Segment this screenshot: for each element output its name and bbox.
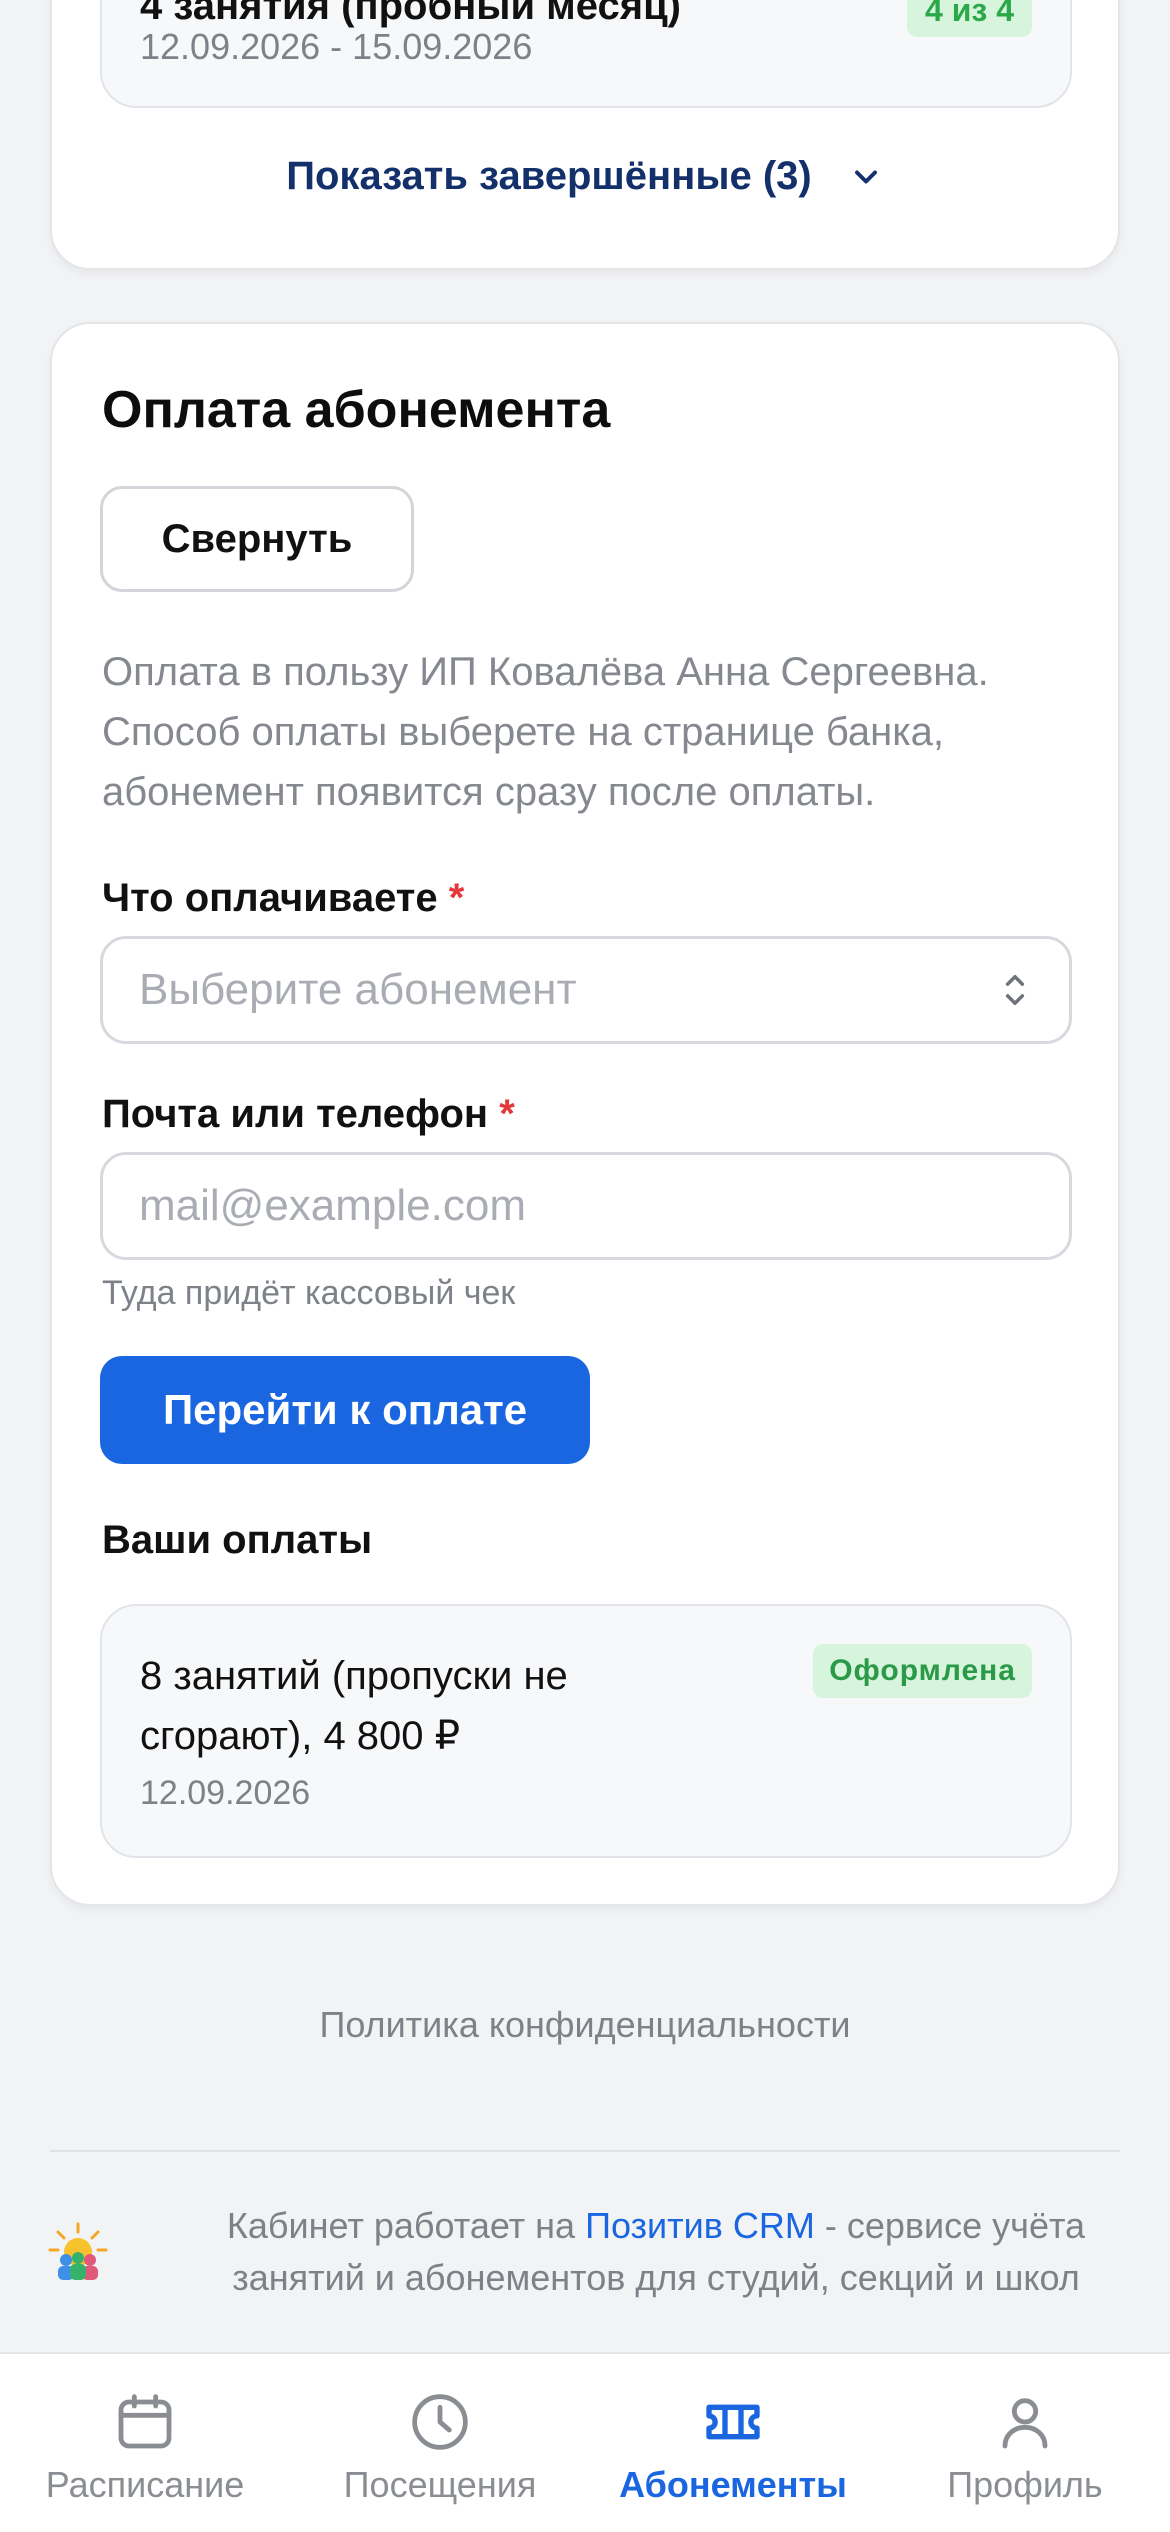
tab-visits[interactable]: Посещения — [330, 2354, 550, 2532]
footer-divider — [50, 2150, 1120, 2152]
collapse-button[interactable]: Свернуть — [100, 486, 414, 592]
contact-input[interactable] — [100, 1152, 1072, 1260]
subscription-select-placeholder: Выберите абонемент — [139, 965, 577, 1014]
subscription-item[interactable]: 4 занятия (пробный месяц) 12.09.2026 - 1… — [100, 0, 1072, 108]
payment-card-title: Оплата абонемента — [102, 381, 611, 439]
chevron-up-down-icon — [1005, 975, 1025, 1005]
subscription-select[interactable]: Выберите абонемент — [100, 936, 1072, 1044]
show-completed-button[interactable]: Показать завершённые (3) — [52, 154, 1118, 199]
tab-profile[interactable]: Профиль — [940, 2354, 1110, 2532]
privacy-policy-link[interactable]: Политика конфиденциальности — [0, 2004, 1170, 2046]
calendar-icon — [118, 2394, 172, 2449]
tab-schedule[interactable]: Расписание — [40, 2354, 250, 2532]
payment-status-badge: Оформлена — [813, 1644, 1032, 1698]
payment-description: Оплата в пользу ИП Ковалёва Анна Сергеев… — [102, 650, 989, 814]
powered-line-2: занятий и абонементов для студий, секций… — [232, 2257, 1080, 2298]
tab-subscriptions[interactable]: Абонементы — [618, 2354, 848, 2532]
powered-by-block: Кабинет работает на Позитив CRM - сервис… — [46, 2200, 1124, 2310]
subscription-dates: 12.09.2026 - 15.09.2026 — [140, 26, 533, 67]
contact-field-label-text: Почта или телефон — [102, 1092, 489, 1136]
payment-date: 12.09.2026 — [140, 1774, 311, 1812]
contact-hint: Туда придёт кассовый чек — [102, 1274, 516, 1312]
required-mark: * — [499, 1092, 515, 1136]
subscription-title: 4 занятия (пробный месяц) — [140, 0, 681, 28]
bottom-tab-bar: Расписание Посещения Абонементы Профиль — [0, 2352, 1170, 2532]
powered-line-1: Кабинет работает на Позитив CRM - сервис… — [176, 2200, 1136, 2252]
contact-field-label: Почта или телефон * — [102, 1092, 515, 1137]
tab-visits-label: Посещения — [343, 2464, 537, 2505]
payments-section-title: Ваши оплаты — [102, 1518, 373, 1562]
go-to-payment-button[interactable]: Перейти к оплате — [100, 1356, 590, 1464]
show-completed-label: Показать завершённые (3) — [286, 154, 812, 198]
clock-icon — [412, 2394, 468, 2450]
required-mark: * — [448, 876, 465, 920]
tab-profile-label: Профиль — [947, 2464, 1103, 2505]
chevron-down-icon — [854, 170, 877, 183]
payment-list-item[interactable]: 8 занятий (пропуски не сгорают), 4 800 ₽… — [100, 1604, 1072, 1858]
tab-subscriptions-label: Абонементы — [619, 2464, 847, 2505]
ticket-icon — [706, 2404, 760, 2440]
payment-card: Оплата абонемента Свернуть Оплата в поль… — [50, 322, 1120, 1906]
tab-schedule-label: Расписание — [45, 2464, 245, 2505]
payment-description: 8 занятий (пропуски не сгорают), 4 800 ₽ — [140, 1654, 568, 1758]
subscription-count-badge: 4 из 4 — [907, 0, 1032, 37]
powered-prefix: Кабинет работает на — [226, 2205, 586, 2246]
crm-link[interactable]: Позитив CRM — [585, 2205, 815, 2246]
powered-suffix: - сервисе учёта — [814, 2205, 1086, 2246]
subscriptions-card: 4 занятия (пробный месяц) 12.09.2026 - 1… — [50, 0, 1120, 270]
user-icon — [1002, 2398, 1048, 2449]
subscription-select-label: Что оплачиваете * — [102, 876, 464, 921]
sun-people-logo-icon — [48, 2222, 108, 2280]
subscription-select-label-text: Что оплачиваете — [102, 876, 438, 920]
